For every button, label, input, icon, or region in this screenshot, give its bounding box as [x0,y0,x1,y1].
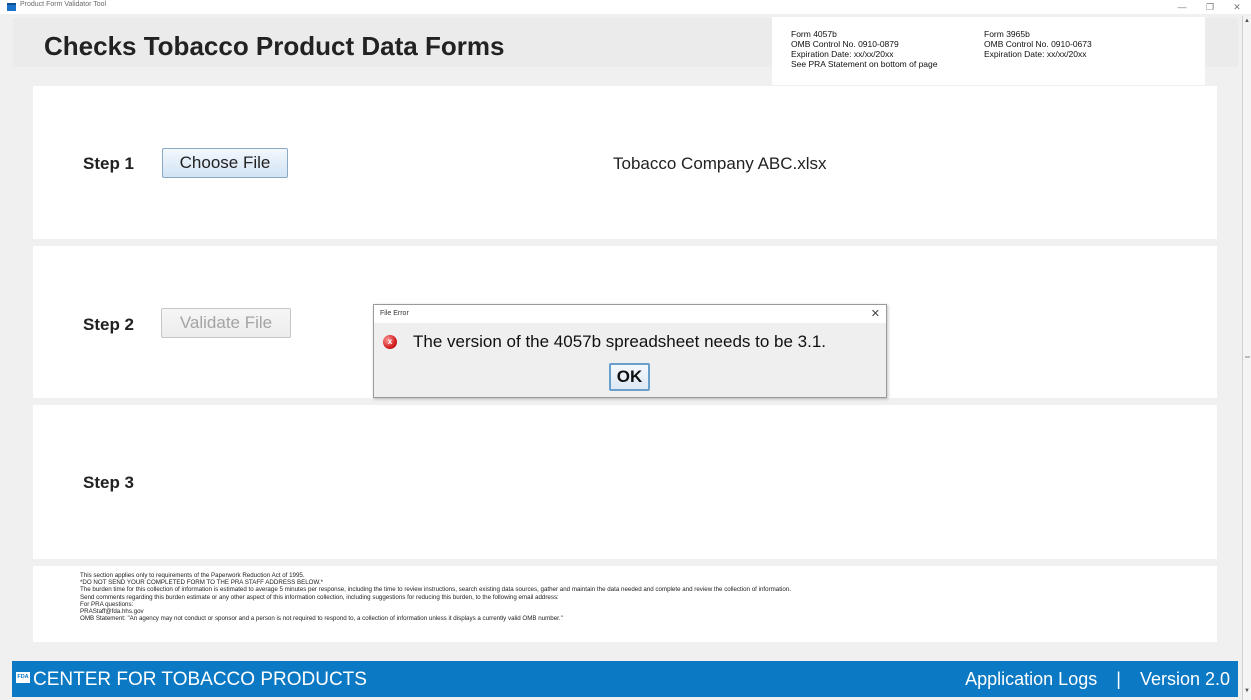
form-info-box: Form 4057b OMB Control No. 0910-0879 Exp… [772,17,1205,85]
page-title: Checks Tobacco Product Data Forms [44,31,505,61]
validate-file-button[interactable]: Validate File [161,308,291,338]
footer-bar: FDA CENTER FOR TOBACCO PRODUCTS Applicat… [12,661,1238,697]
step3-label: Step 3 [83,473,135,492]
choose-file-button[interactable]: Choose File [162,148,288,178]
form-3965b-omb: OMB Control No. 0910-0673 [984,39,1092,49]
title-bar: Product Form Validator Tool — ❐ ✕ [0,0,1251,14]
scroll-down-icon[interactable]: ▼ [1244,688,1250,694]
pra-email: PRAStaff@fda.hhs.gov [80,608,144,616]
vertical-scrollbar[interactable]: ▲ ▼ [1242,16,1251,700]
fda-logo: FDA [16,672,30,683]
minimize-button[interactable]: — [1175,0,1189,14]
error-icon: x [383,335,397,349]
pra-line: For PRA questions: [80,600,134,608]
footer-separator: | [1116,669,1121,689]
app-icon [7,3,16,11]
app-window: Product Form Validator Tool — ❐ ✕ Checks… [0,0,1251,700]
step1-label: Step 1 [83,154,135,173]
error-message: The version of the 4057b spreadsheet nee… [413,332,827,351]
pra-line: *DO NOT SEND YOUR COMPLETED FORM TO THE … [80,579,324,587]
selected-file-name: Tobacco Company ABC.xlsx [613,154,827,173]
version-label: Version 2.0 [1139,669,1230,689]
application-logs-link[interactable]: Application Logs [965,669,1097,690]
form-3965b-expiration: Expiration Date: xx/xx/20xx [984,49,1087,59]
step2-label: Step 2 [83,315,135,334]
form-4057b-expiration: Expiration Date: xx/xx/20xx [791,49,894,59]
file-error-dialog: File Error ✕ x The version of the 4057b … [373,304,887,398]
scroll-up-icon[interactable]: ▲ [1244,18,1250,24]
pra-statement: This section applies only to requirement… [33,566,1217,642]
pra-note: See PRA Statement on bottom of page [791,59,938,69]
footer-links: Application Logs | Version 2.0 [965,669,1230,690]
pra-line: OMB Statement: "An agency may not conduc… [80,615,563,623]
close-window-button[interactable]: ✕ [1230,0,1244,14]
step1-panel: Step 1 Choose File Tobacco Company ABC.x… [33,86,1217,239]
form-3965b-name: Form 3965b [984,29,1030,39]
center-name: CENTER FOR TOBACCO PRODUCTS [33,669,367,690]
window-title: Product Form Validator Tool [20,1,107,8]
form-4057b-omb: OMB Control No. 0910-0879 [791,39,899,49]
form-4057b-info: Form 4057b OMB Control No. 0910-0879 Exp… [791,29,937,69]
dialog-body: x The version of the 4057b spreadsheet n… [374,323,886,397]
pra-line: The burden time for this collection of i… [80,586,791,594]
pra-line: This section applies only to requirement… [80,572,305,579]
pra-line: Send comments regarding this burden esti… [80,593,559,601]
form-3965b-info: Form 3965b OMB Control No. 0910-0673 Exp… [984,29,1092,59]
dialog-close-icon[interactable]: ✕ [871,307,880,320]
step3-panel: Step 3 [33,405,1217,559]
scroll-thumb[interactable] [1245,356,1250,358]
ok-button[interactable]: OK [609,363,650,391]
dialog-title: File Error [380,310,409,317]
form-4057b-name: Form 4057b [791,29,837,39]
restore-button[interactable]: ❐ [1203,0,1217,14]
